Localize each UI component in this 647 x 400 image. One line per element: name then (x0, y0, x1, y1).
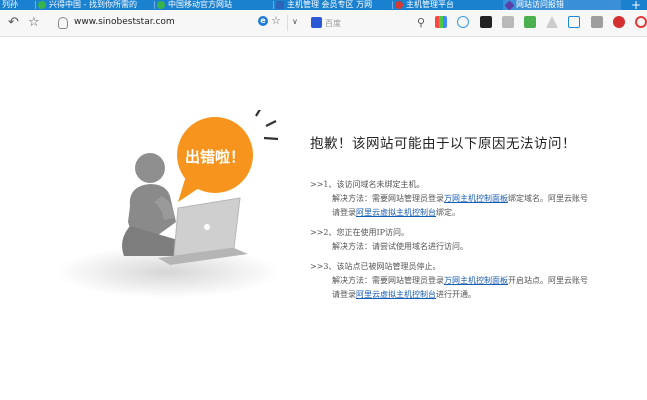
tab-label: 网站访问报错 (516, 0, 564, 9)
solution-text: 解决方法：需要网站管理员登录 (332, 194, 444, 203)
bookmark-star-icon[interactable]: ☆ (28, 16, 40, 30)
error-badge-text: 出错啦！ (185, 148, 245, 166)
tab-3[interactable]: 中国移动官方网站 (155, 0, 272, 10)
site-favicon-icon (157, 1, 165, 9)
page-title: 抱歉！该网站可能由于以下原因无法访问！ (310, 136, 576, 152)
reason-3: >>3、该站点已被网站管理员停止。 解决方法：需要网站管理员登录万网主机控制面板… (310, 260, 588, 302)
wanwang-control-panel-link[interactable]: 万网主机控制面板 (444, 194, 508, 203)
address-url[interactable]: www.sinobeststar.com (74, 17, 175, 27)
reason-heading: >>2、您正在使用IP访问。 (310, 228, 410, 237)
solution-text: 绑定。 (436, 208, 460, 217)
tab-label: 主机管理平台 (406, 0, 454, 9)
aliyun-console-link[interactable]: 阿里云虚拟主机控制台 (356, 290, 436, 299)
lock-icon (58, 17, 68, 29)
error-illustration: 出错啦！ (56, 105, 288, 300)
person-laptop-illustration: 出错啦！ (56, 105, 280, 298)
tab-1[interactable]: 列孙 (0, 0, 34, 10)
undo-icon[interactable]: ↶ (8, 16, 19, 30)
tab-4[interactable]: 主机管理 会员专区 万网 (274, 0, 391, 10)
tab-label: 列孙 (2, 0, 18, 9)
browser-toolbar: ↶ ☆ www.sinobeststar.com e ☆ ∨ 百度 ⚲ (0, 10, 647, 37)
solution-text: 绑定域名。阿里云账号 (508, 194, 588, 203)
site-favicon-icon (504, 0, 515, 10)
ie-compat-icon[interactable]: e (258, 16, 268, 26)
reason-2: >>2、您正在使用IP访问。 解决方法：请尝试使用域名进行访问。 (310, 226, 468, 254)
search-box[interactable]: 百度 ⚲ (305, 14, 425, 33)
tab-label: 主机管理 会员专区 万网 (287, 0, 373, 9)
window-icon[interactable] (502, 16, 514, 28)
opera-icon[interactable] (635, 16, 647, 28)
triangle-icon[interactable] (546, 16, 558, 28)
tab-2[interactable]: 兴得中国 - 找到你所需的 (36, 0, 153, 10)
adblock-icon[interactable] (613, 16, 625, 28)
solution-text: 进行开通。 (436, 290, 476, 299)
toolbar-divider (287, 15, 288, 31)
site-favicon-icon (276, 1, 284, 9)
error-page: 出错啦！ 抱歉！该网站可能由于以下原因无法访问！ >>1、该访问域名未绑定主机。… (0, 38, 647, 400)
solution-text: 开启站点。阿里云账号 (508, 276, 588, 285)
solution-text: 解决方法：需要网站管理员登录 (332, 276, 444, 285)
tab-6-active[interactable]: 网站访问报错 (503, 0, 621, 10)
yuan-icon[interactable] (524, 16, 536, 28)
reason-1: >>1、该访问域名未绑定主机。 解决方法：需要网站管理员登录万网主机控制面板绑定… (310, 178, 588, 220)
aliyun-console-link[interactable]: 阿里云虚拟主机控制台 (356, 208, 436, 217)
reason-solution: 解决方法：需要网站管理员登录万网主机控制面板开启站点。阿里云账号 (310, 274, 588, 288)
reason-heading: >>3、该站点已被网站管理员停止。 (310, 262, 441, 271)
apps-grid-icon[interactable] (435, 16, 447, 28)
favorite-star-icon[interactable]: ☆ (271, 14, 281, 27)
solution-text: 请登录 (332, 208, 356, 217)
tab-label: 兴得中国 - 找到你所需的 (49, 0, 137, 9)
reason-solution: 解决方法：请尝试使用域名进行访问。 (332, 242, 468, 251)
new-tab-button[interactable]: + (631, 0, 641, 10)
baidu-logo-icon (311, 17, 322, 28)
search-icon[interactable]: ⚲ (417, 16, 425, 29)
tab-label: 中国移动官方网站 (168, 0, 232, 9)
chat-icon[interactable] (457, 16, 469, 28)
star-badge-icon[interactable] (480, 16, 492, 28)
reason-heading: >>1、该访问域名未绑定主机。 (310, 180, 425, 189)
reason-solution-line2: 请登录阿里云虚拟主机控制台进行开通。 (310, 288, 588, 302)
tab-bar: 列孙 兴得中国 - 找到你所需的 中国移动官方网站 主机管理 会员专区 万网 主… (0, 0, 647, 10)
document-icon[interactable] (568, 16, 580, 28)
reason-solution: 解决方法：需要网站管理员登录万网主机控制面板绑定域名。阿里云账号 (310, 192, 588, 206)
tab-5[interactable]: 主机管理平台 (393, 0, 500, 10)
site-favicon-icon (38, 1, 46, 9)
site-favicon-icon (395, 1, 403, 9)
reason-solution-line2: 请登录阿里云虚拟主机控制台绑定。 (310, 206, 588, 220)
search-placeholder: 百度 (325, 19, 341, 28)
solution-text: 请登录 (332, 290, 356, 299)
plugin-icon[interactable] (591, 16, 603, 28)
chevron-down-icon[interactable]: ∨ (292, 17, 298, 26)
wanwang-control-panel-link[interactable]: 万网主机控制面板 (444, 276, 508, 285)
address-bar[interactable]: www.sinobeststar.com (52, 14, 288, 33)
